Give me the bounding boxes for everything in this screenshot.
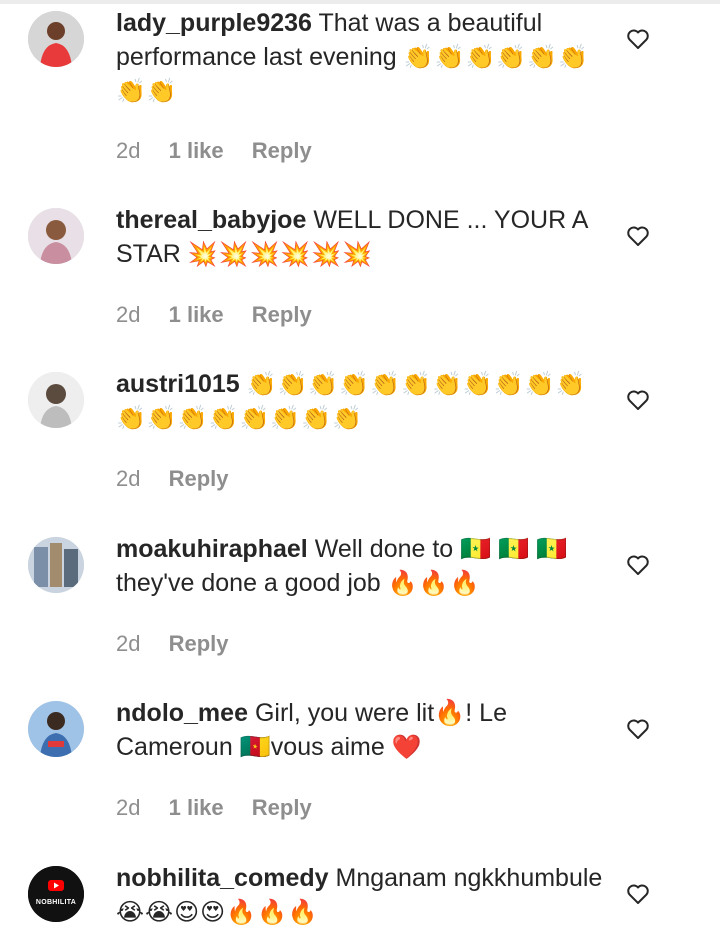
comment-username[interactable]: moakuhiraphael bbox=[116, 535, 308, 563]
comment-body: moakuhiraphael Well done to 🇸🇳 🇸🇳 🇸🇳 the… bbox=[116, 532, 606, 600]
reply-button[interactable]: Reply bbox=[169, 466, 229, 491]
comment-body: lady_purple9236 That was a beautiful per… bbox=[116, 6, 606, 108]
comment-emojis: 😭😭😍😍🔥🔥🔥 bbox=[116, 898, 319, 926]
heart-outline-icon[interactable] bbox=[626, 389, 650, 411]
comment-likes[interactable]: 1 like bbox=[169, 795, 224, 820]
comment-emojis: 🔥🔥🔥 bbox=[387, 569, 481, 597]
reply-button[interactable]: Reply bbox=[169, 631, 229, 656]
heart-outline-icon[interactable] bbox=[626, 883, 650, 905]
youtube-icon bbox=[28, 866, 84, 922]
comment-time: 2d bbox=[116, 302, 141, 327]
comment-username[interactable]: ndolo_mee bbox=[116, 699, 248, 727]
heart-outline-icon[interactable] bbox=[626, 225, 650, 247]
comment-username[interactable]: nobhilita_comedy bbox=[116, 864, 329, 892]
avatar[interactable] bbox=[28, 11, 84, 67]
comment-likes[interactable]: 1 like bbox=[169, 302, 224, 327]
comment-time: 2d bbox=[116, 138, 141, 163]
comment-meta: 2d Reply bbox=[116, 631, 251, 657]
reply-button[interactable]: Reply bbox=[252, 302, 312, 327]
avatar-channel-text: NOBHILITA bbox=[35, 899, 77, 906]
comment-time: 2d bbox=[116, 631, 141, 656]
comment-likes[interactable]: 1 like bbox=[169, 138, 224, 163]
comment-meta: 2d Reply bbox=[116, 466, 251, 492]
comment-emojis: ❤️ bbox=[391, 733, 423, 761]
comment-meta: 2d 1 like Reply bbox=[116, 302, 334, 328]
comment-username[interactable]: austri1015 bbox=[116, 370, 240, 398]
avatar[interactable] bbox=[28, 537, 84, 593]
heart-outline-icon[interactable] bbox=[626, 554, 650, 576]
comment-text: Mnganam ngkkhumbule bbox=[335, 864, 603, 892]
avatar[interactable] bbox=[28, 208, 84, 264]
comment-time: 2d bbox=[116, 795, 141, 820]
comment-meta: 2d 1 like Reply bbox=[116, 138, 334, 164]
top-divider bbox=[0, 0, 720, 4]
comment-username[interactable]: thereal_babyjoe bbox=[116, 206, 306, 234]
reply-button[interactable]: Reply bbox=[252, 795, 312, 820]
avatar[interactable]: NOBHILITA bbox=[28, 866, 84, 922]
heart-outline-icon[interactable] bbox=[626, 718, 650, 740]
heart-outline-icon[interactable] bbox=[626, 28, 650, 50]
reply-button[interactable]: Reply bbox=[252, 138, 312, 163]
comment-body: ndolo_mee Girl, you were lit🔥! Le Camero… bbox=[116, 696, 606, 764]
comment-body: thereal_babyjoe WELL DONE ... YOUR A STA… bbox=[116, 203, 606, 271]
comment-body: austri1015 👏👏👏👏👏👏👏👏👏👏👏👏👏👏👏👏👏👏👏 bbox=[116, 367, 606, 435]
avatar[interactable] bbox=[28, 701, 84, 757]
comment-body: nobhilita_comedy Mnganam ngkkhumbule 😭😭😍… bbox=[116, 861, 606, 929]
comment-emojis: 💥💥💥💥💥💥 bbox=[187, 240, 374, 268]
comment-time: 2d bbox=[116, 466, 141, 491]
avatar[interactable] bbox=[28, 372, 84, 428]
comment-meta: 2d 1 like Reply bbox=[116, 795, 334, 821]
comment-username[interactable]: lady_purple9236 bbox=[116, 9, 312, 37]
